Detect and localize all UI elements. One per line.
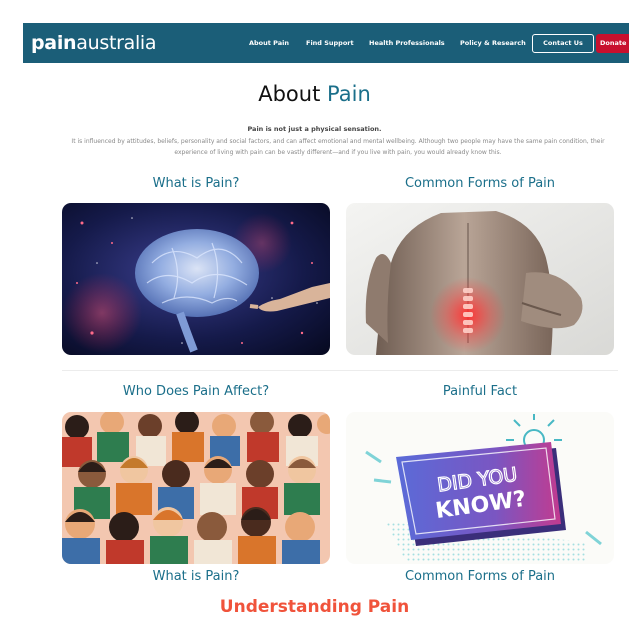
card-title-who-does-pain-affect[interactable]: Who Does Pain Affect? — [62, 384, 330, 399]
logo-light-text: australia — [76, 32, 157, 54]
page-title-accent: Pain — [327, 82, 371, 106]
top-nav-bar: painaustralia About Pain Find Support He… — [23, 23, 629, 63]
bottom-label-common-forms[interactable]: Common Forms of Pain — [346, 569, 614, 584]
brain-hand-image[interactable] — [62, 203, 330, 355]
contact-us-button[interactable]: Contact Us — [532, 34, 594, 53]
nav-health-professionals[interactable]: Health Professionals — [369, 23, 445, 63]
nav-policy-research[interactable]: Policy & Research — [460, 23, 526, 63]
donate-button[interactable]: Donate — [596, 34, 629, 53]
painaustralia-logo[interactable]: painaustralia — [31, 29, 157, 57]
logo-bold-text: pain — [31, 32, 77, 54]
card-title-what-is-pain[interactable]: What is Pain? — [62, 176, 330, 191]
nav-about-pain[interactable]: About Pain — [249, 23, 289, 63]
page-title-first: About — [258, 82, 321, 106]
understanding-pain-heading: Understanding Pain — [219, 597, 410, 617]
card-title-painful-fact[interactable]: Painful Fact — [346, 384, 614, 399]
intro-paragraph: It is influenced by attitudes, beliefs, … — [71, 138, 605, 156]
crowd-illustration[interactable] — [62, 412, 330, 564]
did-you-know-image[interactable]: DID YOU KNOW? — [346, 412, 614, 564]
intro-heading: Pain is not just a physical sensation. — [247, 125, 382, 133]
section-divider — [62, 370, 618, 371]
nav-find-support[interactable]: Find Support — [306, 23, 354, 63]
back-pain-image[interactable] — [346, 203, 614, 355]
bottom-label-what-is-pain[interactable]: What is Pain? — [62, 569, 330, 584]
card-title-common-forms[interactable]: Common Forms of Pain — [346, 176, 614, 191]
page-title: About Pain — [0, 82, 629, 106]
